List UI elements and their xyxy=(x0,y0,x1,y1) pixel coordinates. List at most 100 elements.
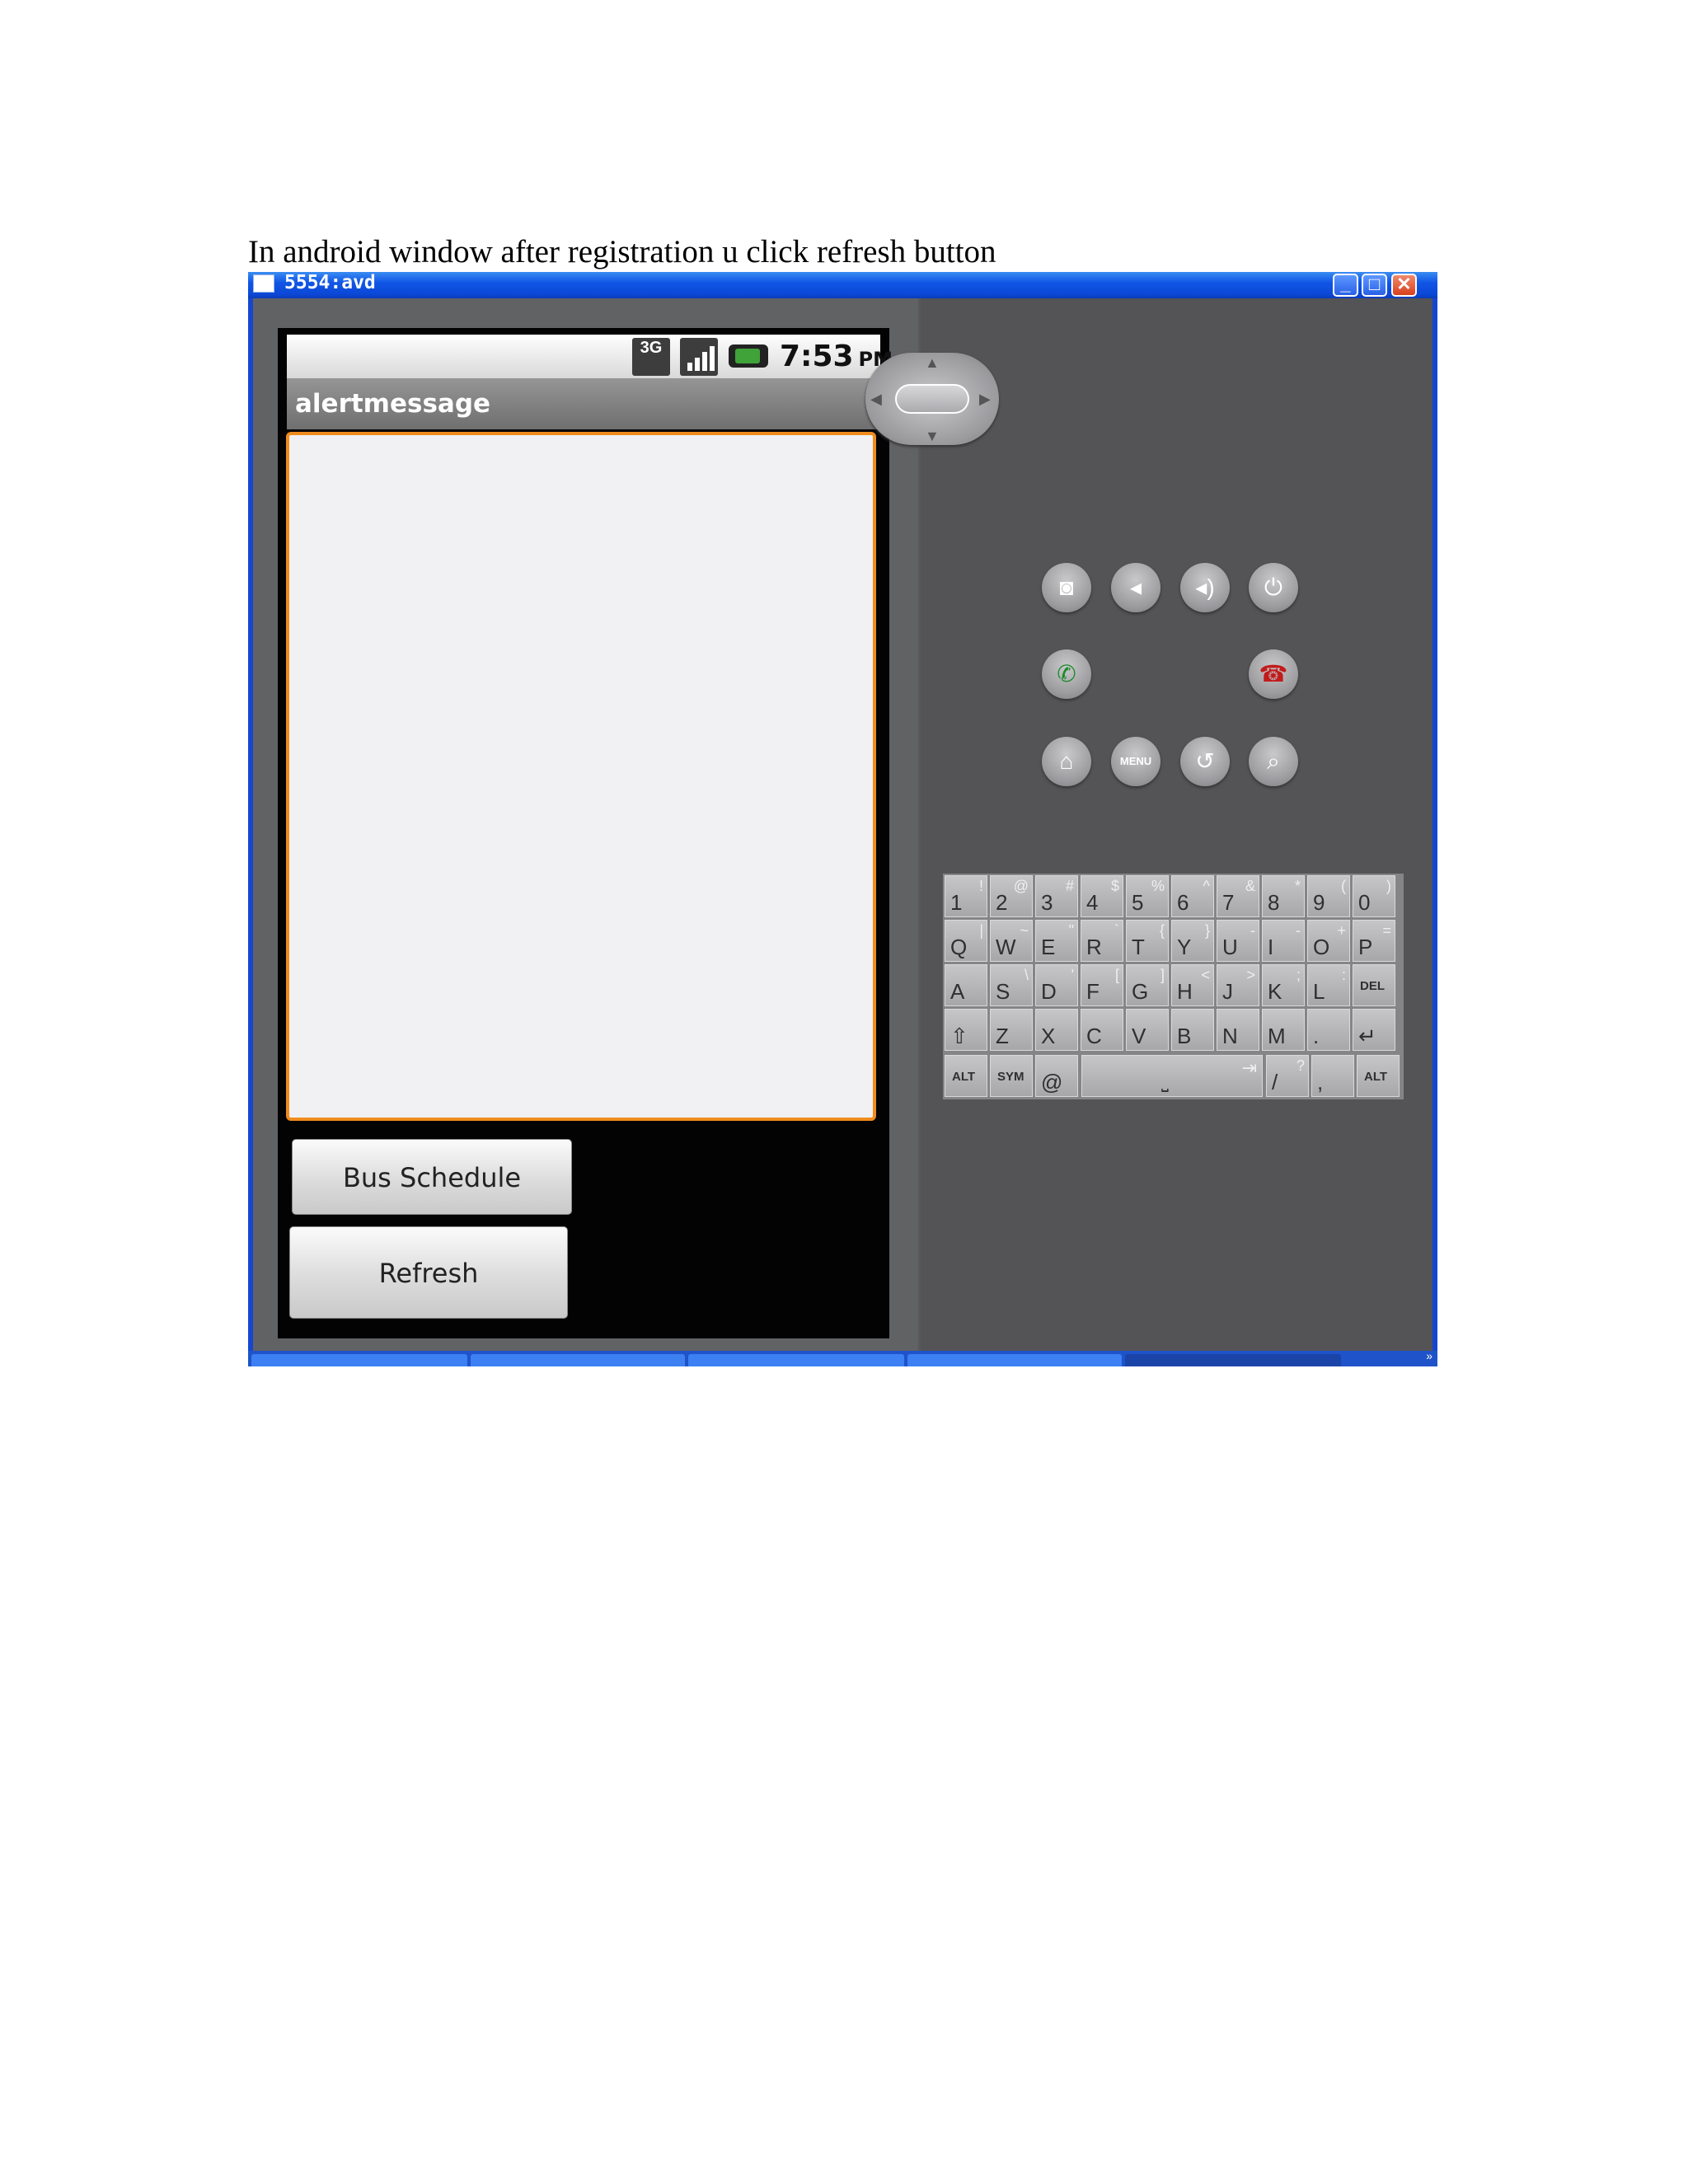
key-n[interactable]: N xyxy=(1217,1009,1259,1051)
key-del[interactable]: DEL xyxy=(1353,964,1395,1006)
key-alt-label: # xyxy=(1065,878,1074,894)
key-s[interactable]: S \ xyxy=(990,964,1033,1006)
key-g[interactable]: G] xyxy=(1126,964,1169,1006)
key-symbol[interactable]: . xyxy=(1307,1009,1350,1051)
key-2[interactable]: 2 @ xyxy=(990,875,1033,917)
key-alt-label: < xyxy=(1201,967,1210,983)
search-icon[interactable]: ⌕ xyxy=(1249,737,1298,786)
key-p[interactable]: P = xyxy=(1353,920,1395,962)
key-label: N xyxy=(1222,1024,1238,1048)
key-j[interactable]: J > xyxy=(1217,964,1259,1006)
key-alt-label: ! xyxy=(978,878,983,894)
dpad-down-icon[interactable]: ▼ xyxy=(925,428,940,445)
key-f[interactable]: F[ xyxy=(1081,964,1123,1006)
power-icon[interactable]: ⏻ xyxy=(1249,563,1298,612)
key-symbol[interactable]: ⇧ xyxy=(945,1009,987,1051)
home-icon[interactable]: ⌂ xyxy=(1042,737,1091,786)
maximize-button[interactable]: □ xyxy=(1362,274,1387,297)
minimize-button[interactable]: _ xyxy=(1333,274,1358,297)
window-titlebar[interactable]: 5554:avd _ □ ✕ xyxy=(248,272,1437,298)
key-y[interactable]: Y} xyxy=(1171,920,1214,962)
key-alt-label: ~ xyxy=(1020,922,1029,939)
key-1[interactable]: 1! xyxy=(945,875,987,917)
key-u[interactable]: U- xyxy=(1217,920,1259,962)
key-4[interactable]: 4 $ xyxy=(1081,875,1123,917)
key-label: SYM xyxy=(997,1070,1025,1084)
key-label: G xyxy=(1132,979,1149,1004)
key-z[interactable]: Z xyxy=(990,1009,1033,1051)
key-5[interactable]: 5% xyxy=(1126,875,1169,917)
key-comma[interactable]: , xyxy=(1311,1055,1354,1097)
key-at[interactable]: @ xyxy=(1035,1055,1078,1097)
key-q[interactable]: Q | xyxy=(945,920,987,962)
key-alt-right[interactable]: ALT xyxy=(1357,1055,1400,1097)
taskbar-item[interactable] xyxy=(688,1354,904,1366)
key-7[interactable]: 7 & xyxy=(1217,875,1259,917)
volume-down-icon[interactable]: ◂ xyxy=(1111,563,1160,612)
key-k[interactable]: K; xyxy=(1262,964,1305,1006)
key-label: J xyxy=(1222,979,1233,1004)
key-d[interactable]: D ' xyxy=(1035,964,1078,1006)
key-9[interactable]: 9( xyxy=(1307,875,1350,917)
key-c[interactable]: C xyxy=(1081,1009,1123,1051)
key-v[interactable]: V xyxy=(1126,1009,1169,1051)
key-label: O xyxy=(1313,935,1330,959)
key-w[interactable]: W ~ xyxy=(990,920,1033,962)
key-label: F xyxy=(1086,979,1100,1004)
key-r[interactable]: R ` xyxy=(1081,920,1123,962)
key-0[interactable]: 0) xyxy=(1353,875,1395,917)
volume-up-icon[interactable]: ◂) xyxy=(1180,563,1230,612)
camera-icon[interactable]: ◙ xyxy=(1042,563,1091,612)
key-o[interactable]: O + xyxy=(1307,920,1350,962)
key-3[interactable]: 3 # xyxy=(1035,875,1078,917)
key-alt-label: ' xyxy=(1071,967,1074,983)
key-h[interactable]: H < xyxy=(1171,964,1214,1006)
dpad-center-button[interactable] xyxy=(895,384,969,414)
bus-schedule-button[interactable]: Bus Schedule xyxy=(292,1139,572,1215)
key-i[interactable]: I- xyxy=(1262,920,1305,962)
taskbar-item[interactable] xyxy=(907,1354,1122,1366)
end-call-icon[interactable]: ☎ xyxy=(1249,649,1298,699)
key-e[interactable]: E " xyxy=(1035,920,1078,962)
taskbar-item[interactable] xyxy=(471,1354,685,1366)
key-label: 7 xyxy=(1222,890,1235,915)
taskbar-item-active[interactable] xyxy=(1125,1354,1341,1366)
key-a[interactable]: A xyxy=(945,964,987,1006)
back-icon[interactable]: ↺ xyxy=(1180,737,1230,786)
key-m[interactable]: M xyxy=(1262,1009,1305,1051)
key-label: 0 xyxy=(1358,890,1371,915)
key-alt-label: | xyxy=(979,922,983,939)
key-label: ALT xyxy=(1364,1070,1388,1084)
key-label: S xyxy=(996,979,1010,1004)
dpad-up-icon[interactable]: ▲ xyxy=(925,354,940,372)
call-icon[interactable]: ✆ xyxy=(1042,649,1091,699)
key-b[interactable]: B xyxy=(1171,1009,1214,1051)
key-label: Y xyxy=(1177,935,1192,959)
key-sym[interactable]: SYM xyxy=(990,1055,1033,1097)
dpad-left-icon[interactable]: ◀ xyxy=(870,391,882,408)
key-alt-label: ) xyxy=(1386,878,1391,894)
refresh-button[interactable]: Refresh xyxy=(289,1226,568,1319)
dpad-right-icon[interactable]: ▶ xyxy=(979,391,991,408)
key-slash[interactable]: /? xyxy=(1266,1055,1309,1097)
key-label: K xyxy=(1268,979,1282,1004)
key-label: X xyxy=(1041,1024,1056,1048)
key-alt-label: - xyxy=(1250,922,1255,939)
key-symbol[interactable]: ↵ xyxy=(1353,1009,1395,1051)
key-t[interactable]: T{ xyxy=(1126,920,1169,962)
key-alt-label: ( xyxy=(1341,878,1346,894)
menu-button[interactable]: MENU xyxy=(1111,737,1160,786)
message-text-area[interactable] xyxy=(286,432,876,1121)
key-x[interactable]: X xyxy=(1035,1009,1078,1051)
signal-strength-icon xyxy=(680,338,718,376)
key-space[interactable]: ⎵ ⇥ xyxy=(1081,1055,1263,1097)
taskbar-overflow-icon[interactable]: » xyxy=(1426,1351,1432,1362)
key-l[interactable]: L: xyxy=(1307,964,1350,1006)
key-alt-left[interactable]: ALT xyxy=(945,1055,987,1097)
app-title-bar: alertmessage xyxy=(287,378,880,429)
key-6[interactable]: 6 ^ xyxy=(1171,875,1214,917)
key-8[interactable]: 8 * xyxy=(1262,875,1305,917)
key-label: U xyxy=(1222,935,1238,959)
taskbar-item[interactable] xyxy=(251,1354,467,1366)
close-button[interactable]: ✕ xyxy=(1391,274,1417,297)
